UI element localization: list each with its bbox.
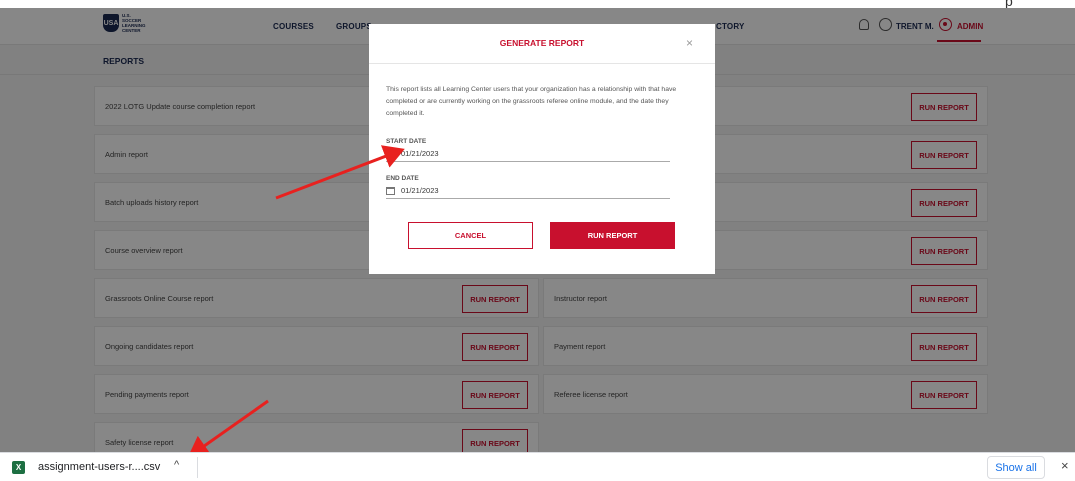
dialog-header: GENERATE REPORT × xyxy=(369,24,715,64)
close-icon[interactable]: × xyxy=(1061,458,1069,473)
chevron-up-icon[interactable]: ^ xyxy=(174,459,179,471)
start-date-label: START DATE xyxy=(386,138,427,145)
dialog-title: GENERATE REPORT xyxy=(499,38,585,48)
calendar-icon[interactable] xyxy=(386,187,395,195)
excel-file-icon: X xyxy=(12,461,25,474)
modal-backdrop[interactable]: GENERATE REPORT × This report lists all … xyxy=(0,8,1075,452)
download-file-name[interactable]: assignment-users-r....csv xyxy=(38,461,160,473)
run-report-submit-button[interactable]: RUN REPORT xyxy=(550,222,675,249)
show-all-button[interactable]: Show all xyxy=(987,456,1045,479)
download-bar: X assignment-users-r....csv ^ Show all × xyxy=(0,452,1075,481)
generate-report-dialog: GENERATE REPORT × This report lists all … xyxy=(369,24,715,274)
end-date-label: END DATE xyxy=(386,175,419,182)
end-date-value[interactable]: 01/21/2023 xyxy=(401,186,439,195)
divider xyxy=(197,457,198,478)
calendar-icon[interactable] xyxy=(386,150,395,158)
start-date-field[interactable]: 01/21/2023 xyxy=(386,148,670,162)
end-date-field[interactable]: 01/21/2023 xyxy=(386,185,670,199)
start-date-value[interactable]: 01/21/2023 xyxy=(401,149,439,158)
page: p USA U.S. SOCCER LEARNING CENTER COURSE… xyxy=(0,0,1075,481)
close-icon[interactable]: × xyxy=(686,36,693,50)
dialog-description: This report lists all Learning Center us… xyxy=(386,86,677,117)
cancel-button[interactable]: CANCEL xyxy=(408,222,533,249)
